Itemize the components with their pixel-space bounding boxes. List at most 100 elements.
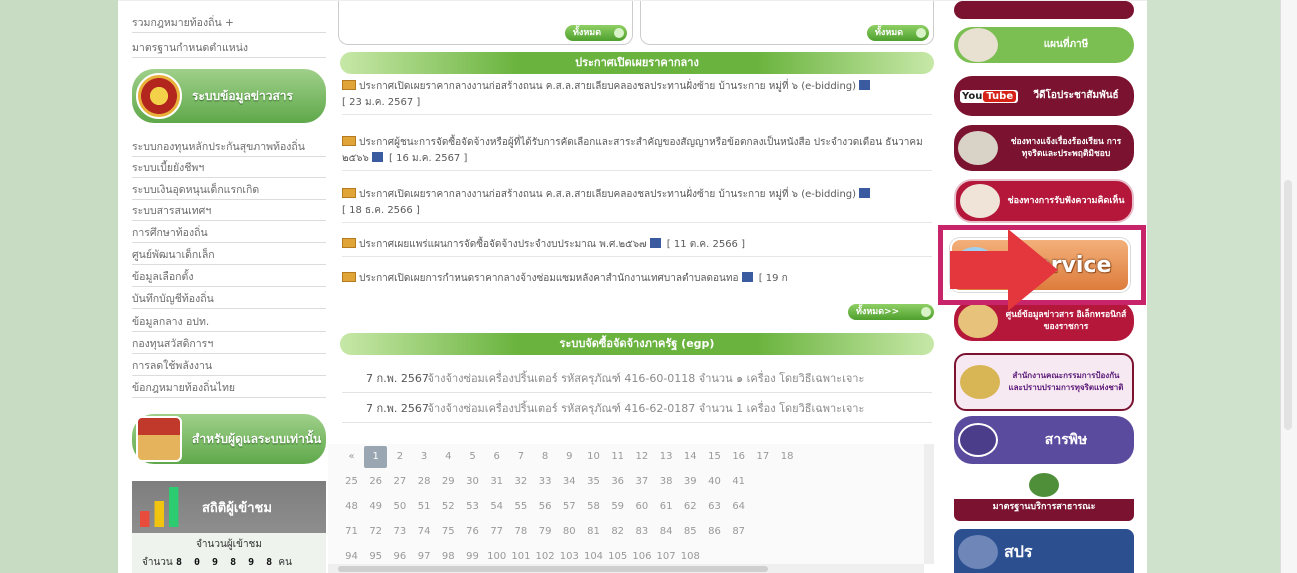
- pagination-page[interactable]: 55: [509, 496, 532, 518]
- pagination-page[interactable]: 80: [558, 521, 581, 543]
- pagination-page[interactable]: 52: [437, 496, 460, 518]
- pagination-page[interactable]: 16: [727, 446, 750, 468]
- announcement-title[interactable]: ประกาศเผยแพร่แผนการจัดซื้อจัดจ้างประจำงบ…: [359, 239, 647, 250]
- pagination-page[interactable]: 87: [727, 521, 750, 543]
- spr-banner[interactable]: สปร: [954, 529, 1134, 573]
- pagination-page[interactable]: 56: [534, 496, 557, 518]
- sidebar-link-welfare-fund[interactable]: กองทุนสวัสดิการฯ: [132, 334, 326, 354]
- nacc-banner[interactable]: สำนักงานคณะกรรมการป้องกันและปราบปรามการท…: [954, 353, 1134, 411]
- pagination-page[interactable]: 6: [485, 446, 508, 468]
- pagination-page[interactable]: 29: [437, 471, 460, 493]
- egp-title[interactable]: จ้างจ้างซ่อมเครื่องปริ้นเตอร์ รหัสครุภัณ…: [428, 372, 865, 385]
- pagination-page[interactable]: 58: [582, 496, 605, 518]
- pagination-page[interactable]: 79: [534, 521, 557, 543]
- pagination-page[interactable]: 77: [485, 521, 508, 543]
- pagination-page[interactable]: 36: [606, 471, 629, 493]
- pagination-page[interactable]: 83: [630, 521, 653, 543]
- view-all-button-1[interactable]: ทั้งหมด: [565, 25, 627, 41]
- announcement-item[interactable]: ประกาศเปิดเผยราคากลางงานก่อสร้างถนน ค.ส.…: [342, 79, 932, 115]
- pagination-page[interactable]: 34: [558, 471, 581, 493]
- top-banner-partial[interactable]: [954, 1, 1134, 19]
- pagination-page[interactable]: 32: [509, 471, 532, 493]
- pagination-page[interactable]: 7: [509, 446, 532, 468]
- pagination-page[interactable]: 59: [606, 496, 629, 518]
- pagination-page[interactable]: 4: [437, 446, 460, 468]
- pagination-page[interactable]: 8: [534, 446, 557, 468]
- pagination-page[interactable]: 53: [461, 496, 484, 518]
- pagination-page[interactable]: 82: [606, 521, 629, 543]
- pagination-page[interactable]: 3: [413, 446, 436, 468]
- view-all-more-button[interactable]: ทั้งหมด>>: [848, 304, 934, 320]
- announcement-item[interactable]: ประกาศเผยแพร่แผนการจัดซื้อจัดจ้างประจำงบ…: [342, 237, 932, 257]
- pagination-page[interactable]: 13: [655, 446, 678, 468]
- pagination-page[interactable]: 73: [388, 521, 411, 543]
- pagination-page[interactable]: 60: [630, 496, 653, 518]
- egp-row[interactable]: 7 ก.พ. 2567 จ้างจ้างซ่อมเครื่องปริ้นเตอร…: [342, 365, 932, 393]
- pagination-page[interactable]: 25: [340, 471, 363, 493]
- view-all-button-2[interactable]: ทั้งหมด: [867, 25, 929, 41]
- sidebar-link-election[interactable]: ข้อมูลเลือกตั้ง: [132, 267, 326, 287]
- pagination-page[interactable]: 75: [437, 521, 460, 543]
- pagination-page[interactable]: 38: [655, 471, 678, 493]
- pagination-page[interactable]: 57: [558, 496, 581, 518]
- pagination-page[interactable]: 76: [461, 521, 484, 543]
- sidebar-link-education[interactable]: การศึกษาท้องถิ่น: [132, 223, 326, 243]
- sidebar-link-health-fund[interactable]: ระบบกองทุนหลักประกันสุขภาพท้องถิ่น: [132, 137, 326, 157]
- sidebar-link-position-standard[interactable]: มาตรฐานกำหนดตำแหน่ง: [132, 38, 326, 58]
- pagination-page[interactable]: 50: [388, 496, 411, 518]
- pagination-page[interactable]: 86: [703, 521, 726, 543]
- pagination-page[interactable]: 78: [509, 521, 532, 543]
- video-banner[interactable]: You Tube วีดีโอประชาสัมพันธ์: [954, 76, 1134, 116]
- announcement-title[interactable]: ประกาศเปิดเผยการกำหนดราคากลางจ้างซ่อมแซม…: [359, 273, 739, 284]
- pagination-page[interactable]: 41: [727, 471, 750, 493]
- pagination-page[interactable]: 61: [655, 496, 678, 518]
- announcement-title[interactable]: ประกาศเปิดเผยราคากลางงานก่อสร้างถนน ค.ส.…: [359, 189, 856, 200]
- pagination-page[interactable]: 40: [703, 471, 726, 493]
- pagination-page[interactable]: 85: [679, 521, 702, 543]
- pagination-page[interactable]: 14: [679, 446, 702, 468]
- pagination-page[interactable]: 15: [703, 446, 726, 468]
- pagination-page[interactable]: 9: [558, 446, 581, 468]
- announcement-item[interactable]: ประกาศเปิดเผยราคากลางงานก่อสร้างถนน ค.ส.…: [342, 187, 932, 223]
- pagination-page[interactable]: 11: [606, 446, 629, 468]
- sidebar-link-local-law[interactable]: รวมกฎหมายท้องถิ่น +: [132, 13, 326, 33]
- admin-banner[interactable]: สำหรับผู้ดูแลระบบเท่านั้น: [132, 414, 326, 464]
- pagination-page[interactable]: 12: [630, 446, 653, 468]
- pagination-page[interactable]: 74: [413, 521, 436, 543]
- sidebar-link-energy[interactable]: การลดใช้พลังงาน: [132, 356, 326, 376]
- pagination-page[interactable]: 39: [679, 471, 702, 493]
- sidebar-link-info-system[interactable]: ระบบสารสนเทศฯ: [132, 201, 326, 221]
- sidebar-link-accounting[interactable]: บันทึกบัญชีท้องถิ่น: [132, 289, 326, 309]
- pagination-page[interactable]: 84: [655, 521, 678, 543]
- pagination-page[interactable]: 31: [485, 471, 508, 493]
- pagination-prev-icon[interactable]: «: [340, 446, 363, 468]
- info-system-banner[interactable]: ระบบข้อมูลข่าวสาร: [132, 69, 326, 123]
- pagination-page[interactable]: 26: [364, 471, 387, 493]
- pagination-page[interactable]: 27: [388, 471, 411, 493]
- pagination-page[interactable]: 1: [364, 446, 388, 468]
- pagination-page[interactable]: 35: [582, 471, 605, 493]
- pagination-page[interactable]: 10: [582, 446, 605, 468]
- pagination-page[interactable]: 30: [461, 471, 484, 493]
- tax-map-banner[interactable]: แผนที่ภาษี: [954, 27, 1134, 63]
- egp-row[interactable]: 7 ก.พ. 2567 จ้างจ้างซ่อมเครื่องปริ้นเตอร…: [342, 395, 932, 423]
- pagination-page[interactable]: 64: [727, 496, 750, 518]
- public-service-banner[interactable]: มาตรฐานบริการสาธารณะ: [954, 473, 1134, 521]
- pagination-page[interactable]: 51: [413, 496, 436, 518]
- pagination-page[interactable]: 63: [703, 496, 726, 518]
- law-banner[interactable]: สารพิษ: [954, 416, 1134, 464]
- pagination-page[interactable]: 71: [340, 521, 363, 543]
- complaint-banner[interactable]: ช่องทางแจ้งเรื่องร้องเรียน การทุจริตและป…: [954, 125, 1134, 171]
- sidebar-link-newborn-grant[interactable]: ระบบเงินอุดหนุนเด็กแรกเกิด: [132, 180, 326, 200]
- pagination-h-scrollbar-thumb[interactable]: [338, 566, 768, 572]
- pagination-page[interactable]: 62: [679, 496, 702, 518]
- pagination-page[interactable]: 5: [461, 446, 484, 468]
- opinion-banner[interactable]: ช่องทางการรับฟังความคิดเห็น: [954, 179, 1134, 223]
- pagination-page[interactable]: 54: [485, 496, 508, 518]
- egp-title[interactable]: จ้างจ้างซ่อมเครื่องปริ้นเตอร์ รหัสครุภัณ…: [428, 402, 865, 415]
- pagination-scrollbar[interactable]: [924, 444, 934, 564]
- pagination-page[interactable]: 49: [364, 496, 387, 518]
- sidebar-link-thai-law[interactable]: ข้อกฎหมายท้องถิ่นไทย: [132, 378, 326, 398]
- announcement-item[interactable]: ประกาศเปิดเผยการกำหนดราคากลางจ้างซ่อมแซม…: [342, 271, 932, 290]
- sidebar-link-child-center[interactable]: ศูนย์พัฒนาเด็กเล็ก: [132, 245, 326, 265]
